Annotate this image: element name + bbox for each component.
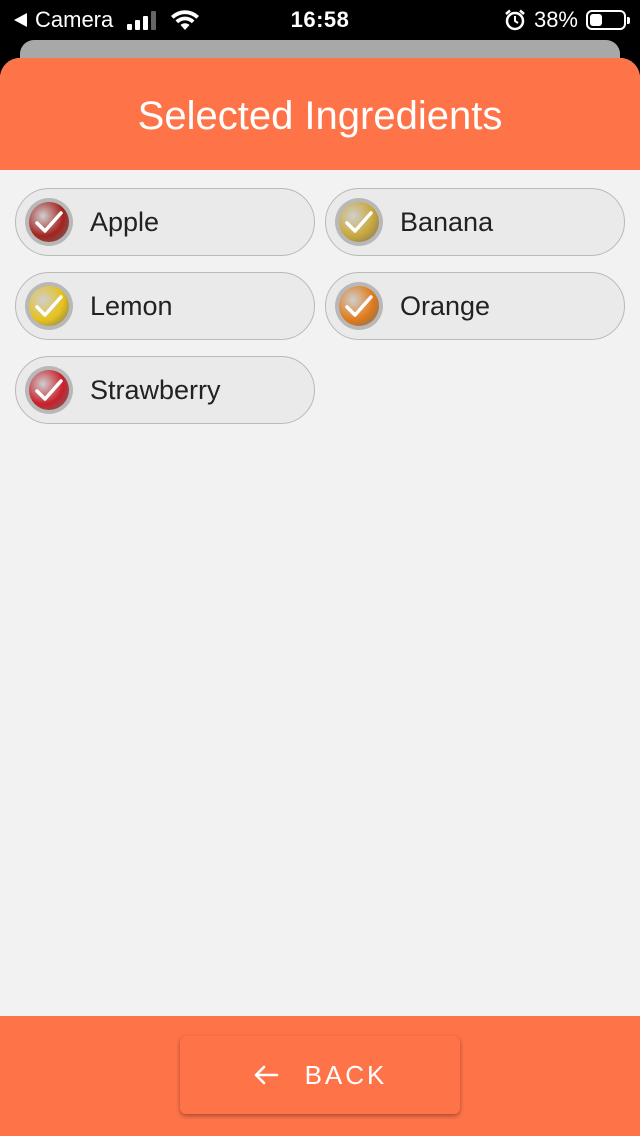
- battery-level: [590, 14, 603, 26]
- ingredient-chip-apple[interactable]: Apple: [15, 188, 315, 256]
- status-right: 38%: [504, 7, 630, 33]
- back-button-label: BACK: [304, 1059, 388, 1090]
- battery-percent: 38%: [533, 7, 578, 32]
- checkmark-icon: [35, 379, 63, 401]
- orange-avatar: [335, 282, 383, 330]
- banana-avatar: [335, 198, 383, 246]
- ingredient-label: Lemon: [90, 290, 173, 321]
- ingredient-chip-strawberry[interactable]: Strawberry: [15, 356, 315, 424]
- checkmark-icon: [345, 211, 373, 233]
- page-title: Selected Ingredients: [137, 93, 503, 138]
- ingredient-chip-orange[interactable]: Orange: [325, 272, 625, 340]
- arrow-left-icon: [254, 1065, 278, 1085]
- back-button[interactable]: BACK: [180, 1036, 460, 1114]
- checkmark-icon: [35, 295, 63, 317]
- ingredient-chip-banana[interactable]: Banana: [325, 188, 625, 256]
- lemon-avatar: [25, 282, 73, 330]
- status-bar: Camera 16:58 38%: [0, 0, 640, 40]
- ingredient-list: Apple Banana Lemon Orange Strawberry: [15, 188, 625, 424]
- ingredient-label: Strawberry: [90, 374, 221, 405]
- selected-ingredients-sheet: Selected Ingredients Apple Banana Lemon Ora…: [0, 58, 640, 1136]
- alarm-icon: [505, 9, 525, 31]
- footer: BACK: [0, 1016, 640, 1136]
- ingredient-label: Banana: [400, 206, 494, 237]
- ingredient-chip-lemon[interactable]: Lemon: [15, 272, 315, 340]
- strawberry-avatar: [25, 366, 73, 414]
- apple-avatar: [25, 198, 73, 246]
- checkmark-icon: [345, 295, 373, 317]
- ingredient-label: Apple: [90, 206, 160, 237]
- header: Selected Ingredients: [0, 58, 640, 170]
- checkmark-icon: [35, 211, 63, 233]
- ingredient-label: Orange: [400, 290, 491, 321]
- battery-icon: [586, 10, 630, 30]
